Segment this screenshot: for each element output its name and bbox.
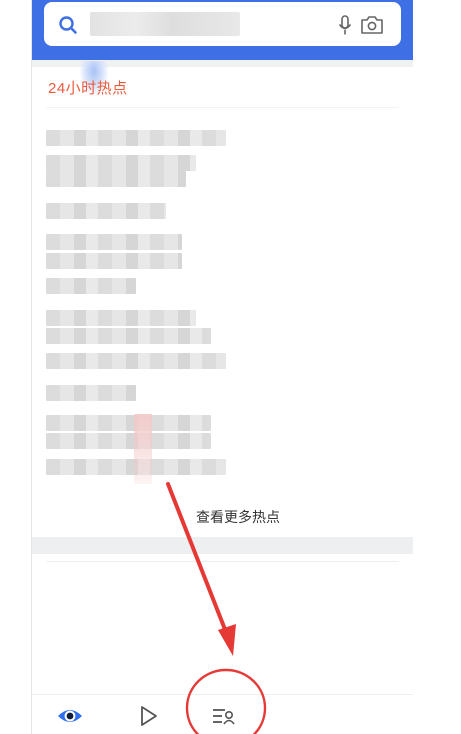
eye-icon[interactable] — [56, 703, 84, 729]
screen-edge — [31, 0, 32, 734]
more-divider — [46, 561, 399, 562]
hot-item[interactable] — [46, 203, 166, 219]
camera-icon[interactable] — [360, 15, 384, 40]
hot-item[interactable] — [46, 459, 226, 475]
hot-item[interactable] — [46, 171, 186, 187]
hot-item[interactable] — [46, 433, 211, 449]
hot-item[interactable] — [46, 130, 226, 146]
play-icon[interactable] — [134, 703, 162, 729]
more-hot-link[interactable]: 查看更多热点 — [32, 507, 413, 527]
hot-item[interactable] — [46, 328, 211, 344]
search-box[interactable] — [44, 2, 401, 46]
hot-item[interactable] — [46, 253, 182, 269]
hot-divider — [46, 107, 399, 108]
bottom-nav — [32, 694, 413, 734]
hot-item[interactable] — [46, 278, 136, 294]
hot-item[interactable] — [46, 310, 196, 326]
mic-icon[interactable] — [338, 15, 352, 42]
hot-item[interactable] — [46, 415, 211, 431]
hot-item[interactable] — [46, 353, 226, 369]
hot-item[interactable] — [46, 155, 196, 171]
hot-item[interactable] — [46, 385, 136, 401]
hot-list-title: 24小时热点 — [48, 80, 128, 97]
hot-item[interactable] — [46, 234, 182, 250]
list-person-icon[interactable] — [210, 703, 238, 729]
search-input[interactable] — [90, 12, 240, 36]
search-icon[interactable] — [58, 15, 78, 40]
search-header — [32, 0, 413, 60]
app-screen: 24小时热点 查看更多热点 — [32, 0, 413, 734]
section-separator — [32, 537, 413, 554]
